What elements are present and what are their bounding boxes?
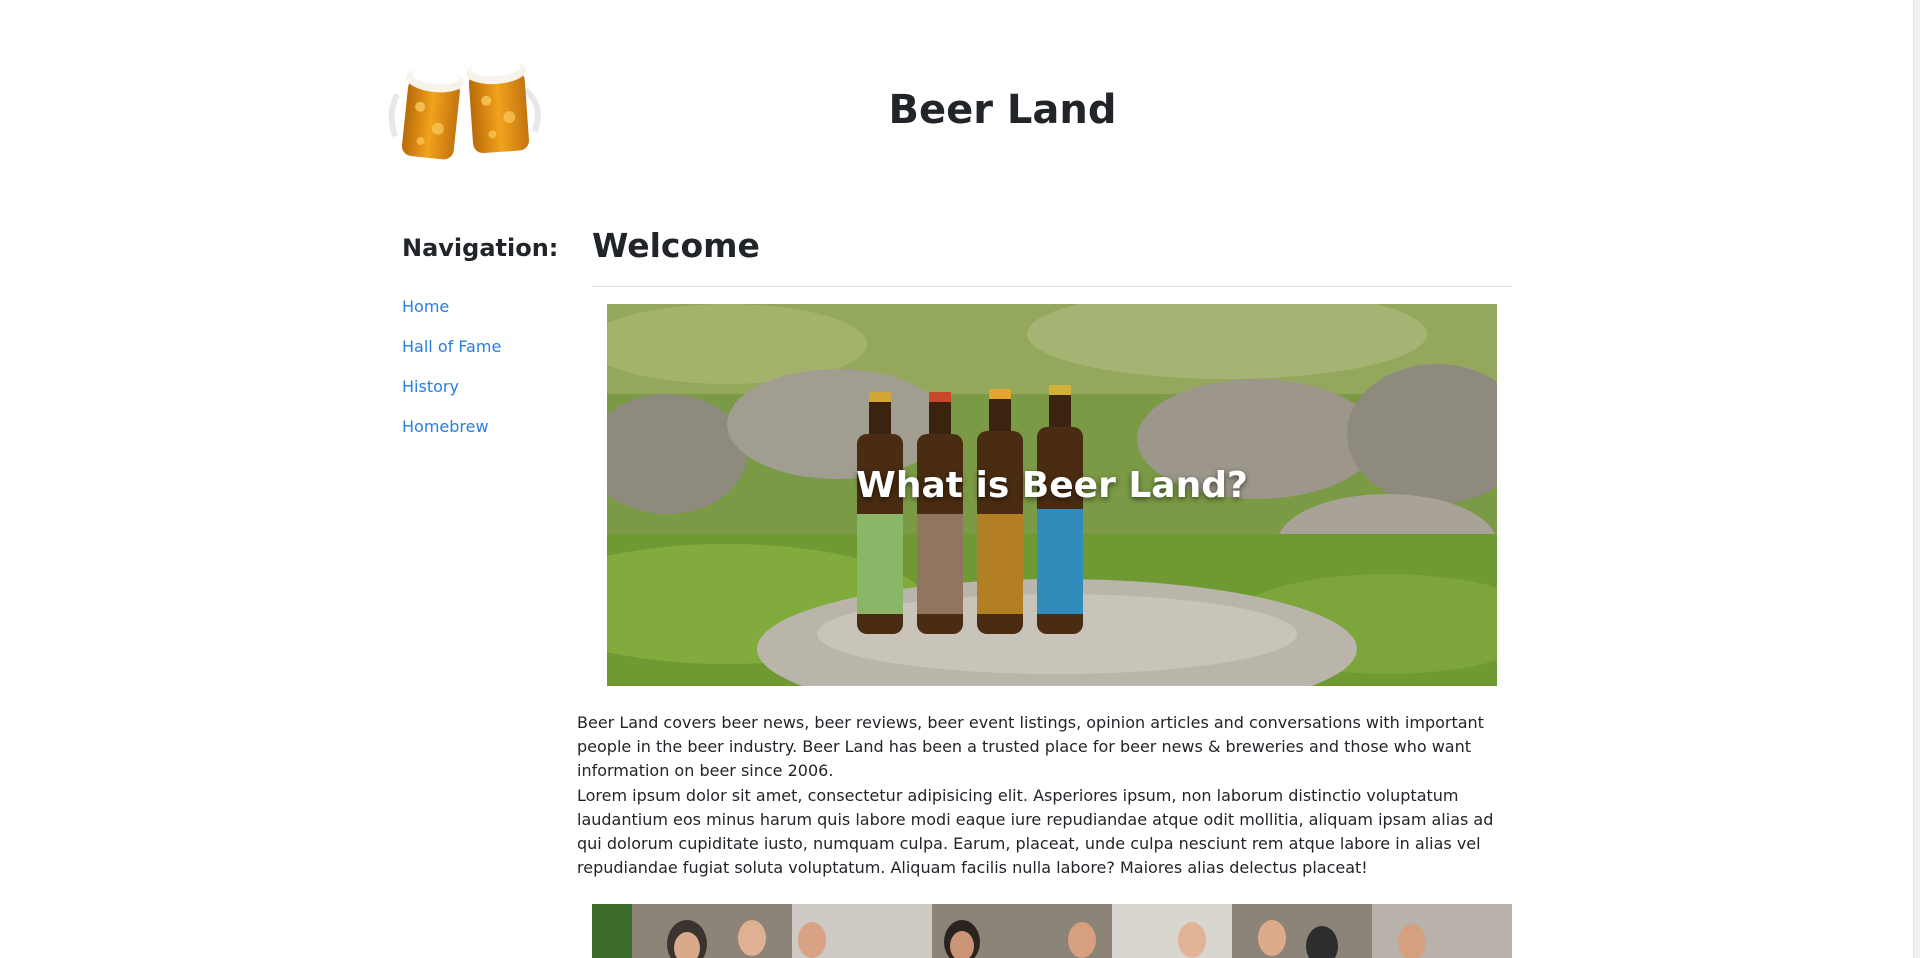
nav-item-history: History — [402, 374, 562, 400]
nav-link-home[interactable]: Home — [402, 297, 449, 316]
nav-list: Home Hall of Fame History Homebrew — [402, 294, 562, 440]
nav-item-homebrew: Homebrew — [402, 414, 562, 440]
intro-paragraph: Beer Land covers beer news, beer reviews… — [577, 713, 1484, 780]
nav-item-home: Home — [402, 294, 562, 320]
nav-link-homebrew[interactable]: Homebrew — [402, 417, 489, 436]
page: Beer Land Navigation: Home Hall of Fame … — [0, 0, 1920, 958]
welcome-heading: Welcome — [592, 220, 1512, 287]
beer-mugs-icon[interactable] — [387, 58, 547, 168]
sidebar-navigation: Navigation: Home Hall of Fame History Ho… — [402, 230, 562, 454]
team-photo — [592, 904, 1512, 958]
nav-link-history[interactable]: History — [402, 377, 459, 396]
nav-item-hall-of-fame: Hall of Fame — [402, 334, 562, 360]
beer-mugs-logo — [388, 59, 541, 160]
nav-link-hall-of-fame[interactable]: Hall of Fame — [402, 337, 501, 356]
main-content: Welcome What is Beer Land? Beer Land cov… — [577, 220, 1514, 958]
brewery-team-photo — [592, 904, 1512, 958]
site-title: Beer Land — [888, 87, 1117, 133]
navigation-heading: Navigation: — [402, 234, 559, 262]
scrollbar[interactable] — [1913, 0, 1920, 958]
lorem-paragraph: Lorem ipsum dolor sit amet, consectetur … — [577, 786, 1494, 877]
hero-caption: What is Beer Land? — [856, 465, 1248, 506]
hero-image: What is Beer Land? — [607, 304, 1497, 686]
